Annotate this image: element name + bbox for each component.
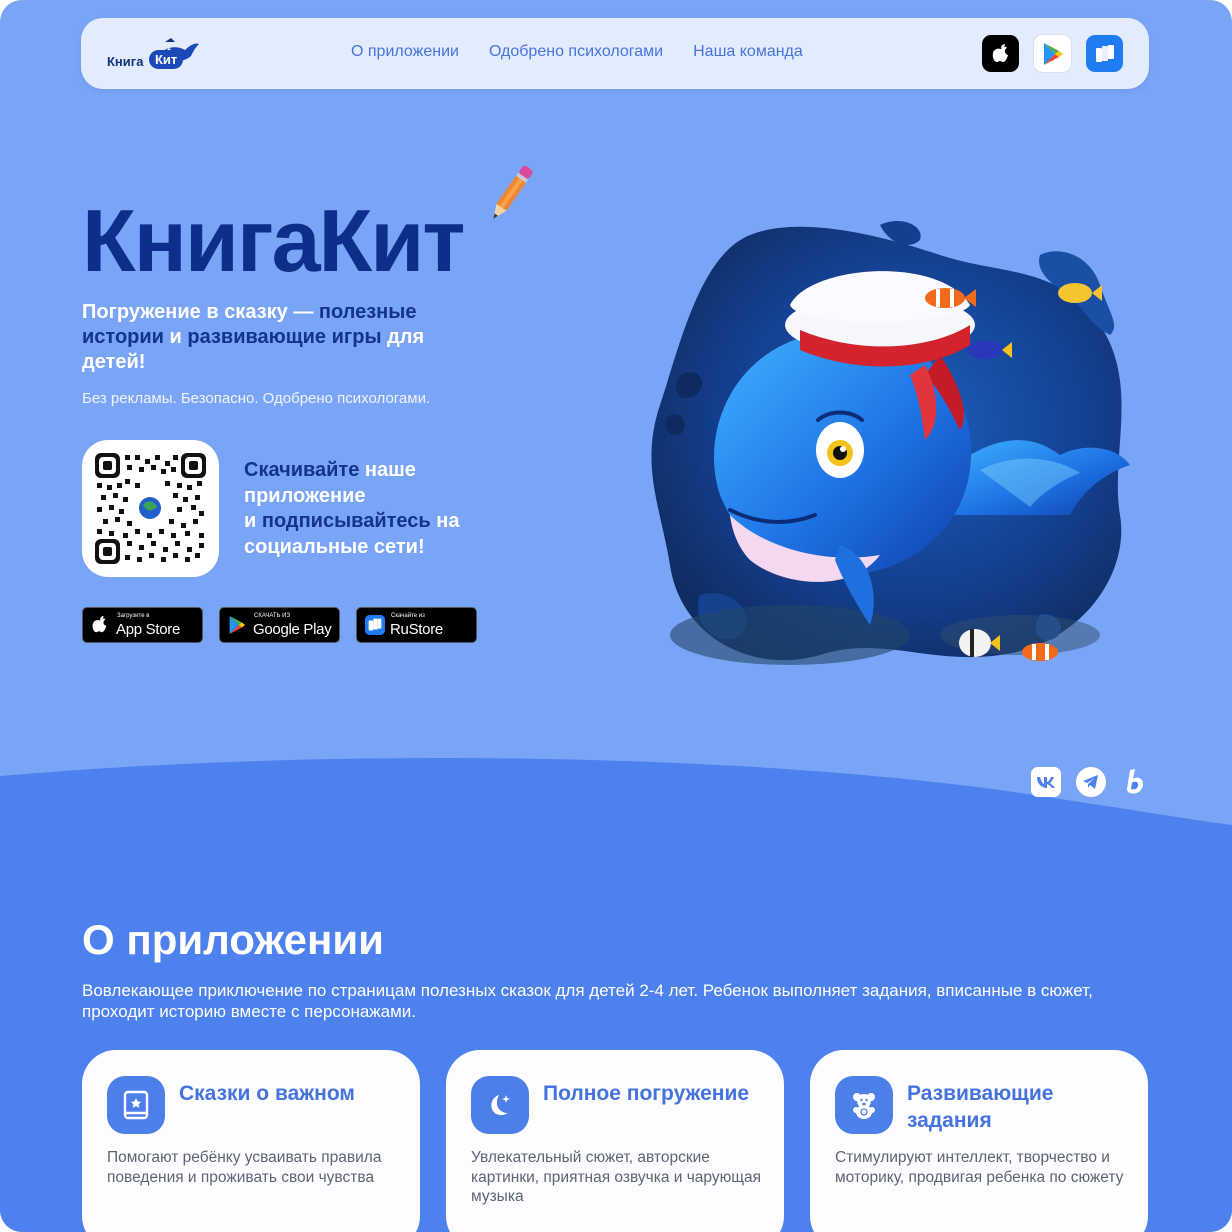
social-links [1031, 767, 1151, 797]
qr-code [95, 453, 206, 564]
page-frame: Книга Кит О приложении Одобрено психолог… [0, 0, 1232, 1232]
telegram-icon[interactable] [1076, 767, 1106, 797]
cta-part: подписывайтесь [261, 510, 431, 532]
rustore-icon [365, 615, 385, 635]
moon-star-icon [471, 1076, 529, 1134]
feature-card: Развивающие задания Стимулируют интеллек… [810, 1050, 1148, 1232]
apple-icon[interactable] [982, 35, 1019, 72]
apple-icon [92, 616, 107, 633]
badge-small-text: СКАЧАТЬ ИЗ [254, 613, 291, 619]
vk-icon[interactable] [1031, 767, 1061, 797]
google-play-badge[interactable]: СКАЧАТЬ ИЗ Google Play [219, 607, 340, 643]
qr-code-card[interactable] [82, 440, 219, 577]
feature-cards: Сказки о важном Помогают ребёнку усваива… [82, 1050, 1148, 1232]
badge-big-text: App Store [116, 621, 181, 638]
main-nav: О приложении Одобрено психологами Наша к… [351, 43, 803, 61]
logo-word-kit: Кит [149, 50, 184, 69]
card-text: Увлекательный сюжет, авторские картинки,… [471, 1149, 762, 1205]
tagline-part: и [163, 326, 188, 348]
hero-subtagline: Без рекламы. Безопасно. Одобрено психоло… [82, 390, 431, 407]
badge-small-text: Скачайте из [391, 613, 425, 619]
whale-in-sailor-hat-illustration [651, 220, 1130, 665]
header-bar: Книга Кит О приложении Одобрено психолог… [81, 18, 1149, 89]
badge-big-text: Google Play [253, 621, 332, 638]
feature-card: Сказки о важном Помогают ребёнку усваива… [82, 1050, 420, 1232]
card-title: Сказки о важном [179, 1082, 355, 1105]
feature-card: Полное погружение Увлекательный сюжет, а… [446, 1050, 784, 1232]
card-title: Развивающие задания [907, 1082, 1054, 1132]
cta-part: и [244, 510, 262, 532]
badge-big-text: RuStore [390, 621, 443, 638]
hero-title: КнигаКит [82, 191, 465, 290]
store-badges: Загрузите в App Store СКАЧАТЬ ИЗ Google … [82, 607, 477, 643]
card-text: Стимулируют интеллект, творчество и мото… [835, 1149, 1124, 1186]
about-description: Вовлекающее приключение по страницам пол… [82, 981, 1093, 1021]
about-section-title: О приложении [82, 916, 384, 963]
nav-link-approved[interactable]: Одобрено психологами [489, 43, 663, 61]
social-b-icon[interactable] [1121, 767, 1151, 797]
teddy-bear-icon [835, 1076, 893, 1134]
hero-tagline: Погружение в сказку — полезные истории и… [82, 300, 482, 375]
card-title: Полное погружение [543, 1082, 750, 1105]
rustore-badge[interactable]: Скачайте из RuStore [356, 607, 477, 643]
app-store-badge[interactable]: Загрузите в App Store [82, 607, 203, 643]
tagline-part: развивающие игры [187, 326, 382, 348]
logo[interactable]: Книга Кит [105, 36, 205, 76]
nav-link-team[interactable]: Наша команда [693, 43, 803, 61]
download-cta: Скачивайте наше приложение и подписывайте… [244, 458, 504, 560]
cta-part: Скачивайте [244, 459, 360, 481]
card-text: Помогают ребёнку усваивать правила повед… [107, 1149, 382, 1186]
book-star-icon [107, 1076, 165, 1134]
store-icons [982, 35, 1123, 72]
badge-small-text: Загрузите в [117, 613, 150, 619]
tagline-part: Погружение в сказку — [82, 301, 319, 323]
google-play-icon [229, 616, 246, 634]
logo-word-kniga: Книга [107, 54, 144, 69]
pencil-icon [493, 165, 533, 219]
nav-link-about[interactable]: О приложении [351, 43, 459, 61]
rustore-icon[interactable] [1086, 35, 1123, 72]
google-play-icon[interactable] [1034, 35, 1071, 72]
